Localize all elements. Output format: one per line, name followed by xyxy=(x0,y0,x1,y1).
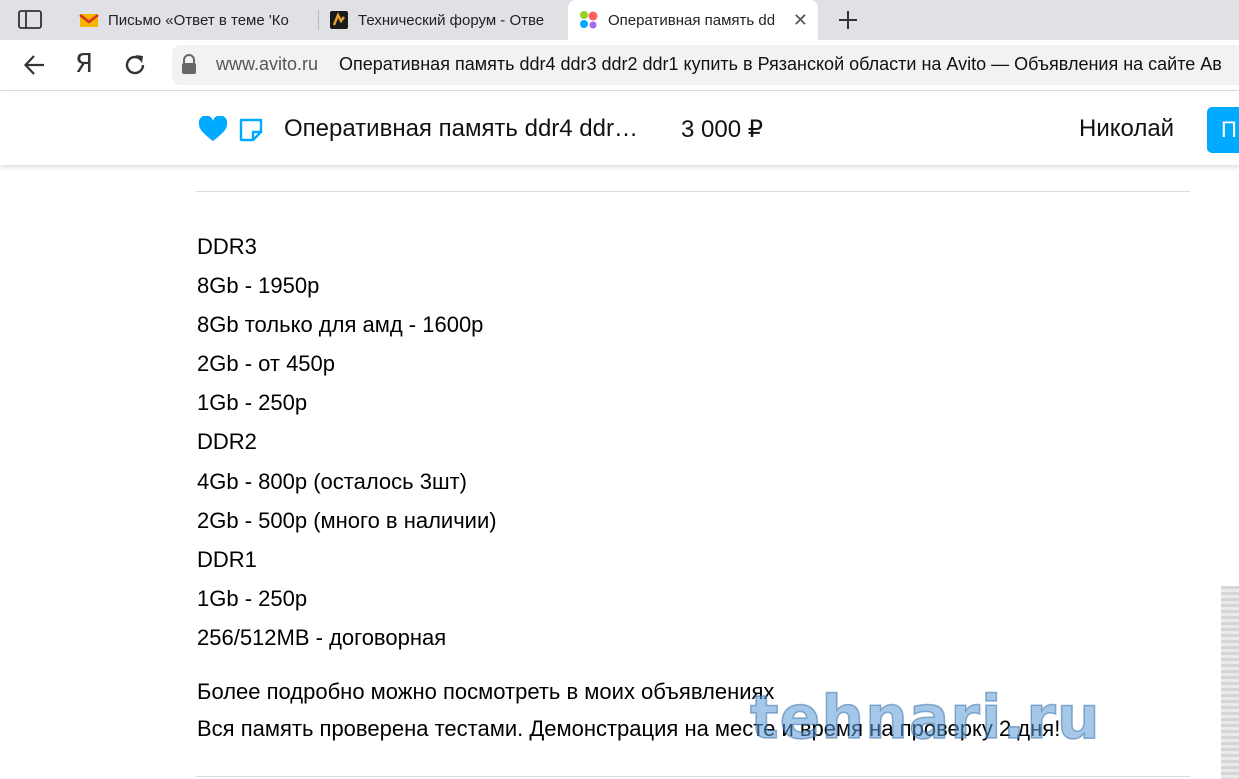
lock-icon[interactable] xyxy=(180,53,198,75)
yandex-button[interactable]: Я xyxy=(75,49,93,79)
url-domain: www.avito.ru xyxy=(216,54,319,74)
tab-title: Технический форум - Отве xyxy=(358,11,545,29)
scrollbar-edge[interactable] xyxy=(1221,586,1239,779)
seller-name[interactable]: Николай xyxy=(1079,115,1174,143)
description-line: 1Gb - 250р xyxy=(197,585,308,611)
tab-mail[interactable]: Письмо «Ответ в теме 'Ко xyxy=(79,0,305,40)
description-line: 2Gb - от 450р xyxy=(197,351,336,377)
tab-title: Письмо «Ответ в теме 'Ко xyxy=(108,11,289,29)
section-divider xyxy=(196,191,1190,192)
contact-button[interactable]: П xyxy=(1207,107,1239,153)
reload-icon[interactable] xyxy=(122,52,148,78)
description-line: 256/512MB - договорная xyxy=(197,624,447,650)
plus-icon[interactable] xyxy=(834,6,862,34)
svg-text:tehnari.ru: tehnari.ru xyxy=(750,684,1101,750)
tab-avito[interactable]: Оперативная память dd ✕ xyxy=(568,0,818,40)
description-line: 8Gb только для амд - 1600р xyxy=(197,312,484,338)
tab-separator xyxy=(318,10,319,30)
tab-forum[interactable]: Технический форум - Отве xyxy=(329,0,557,40)
favorite-heart-icon[interactable] xyxy=(198,116,228,142)
gmail-icon xyxy=(79,13,99,27)
listing-price: 3 000 ₽ xyxy=(681,116,763,143)
sidebar-toggle-icon[interactable] xyxy=(18,9,42,31)
tab-strip: Письмо «Ответ в теме 'Ко Технический фор… xyxy=(0,0,1239,40)
description-line: 2Gb - 500р (много в наличии) xyxy=(197,507,497,533)
description-line: 1Gb - 250р xyxy=(197,390,308,416)
description-line: DDR3 xyxy=(197,234,257,259)
listing-sticky-header: Оперативная память ddr4 ddr… 3 000 ₽ Ник… xyxy=(0,91,1239,165)
back-arrow-icon[interactable] xyxy=(22,52,48,78)
description-line: DDR1 xyxy=(197,546,257,572)
note-icon[interactable] xyxy=(238,117,264,143)
watermark-logo: tehnari.ru xyxy=(749,684,1101,750)
description-line: DDR2 xyxy=(197,429,257,455)
tab-title: Оперативная память dd xyxy=(608,11,776,29)
avito-icon xyxy=(580,11,598,29)
url-page-title: Оперативная память ddr4 ddr3 ddr2 ddr1 к… xyxy=(339,54,1222,74)
address-bar: Я www.avito.ru Оперативная память ddr4 d… xyxy=(0,40,1239,91)
close-tab-icon[interactable]: ✕ xyxy=(793,10,808,30)
description-line: 4Gb - 800р (осталось 3шт) xyxy=(197,468,467,494)
description-line: 8Gb - 1950р xyxy=(197,273,320,299)
forum-icon xyxy=(330,11,348,29)
section-divider xyxy=(196,776,1190,777)
listing-title: Оперативная память ddr4 ddr… xyxy=(284,115,638,142)
description-list: DDR3 8Gb - 1950р 8Gb только для амд - 16… xyxy=(197,227,497,657)
